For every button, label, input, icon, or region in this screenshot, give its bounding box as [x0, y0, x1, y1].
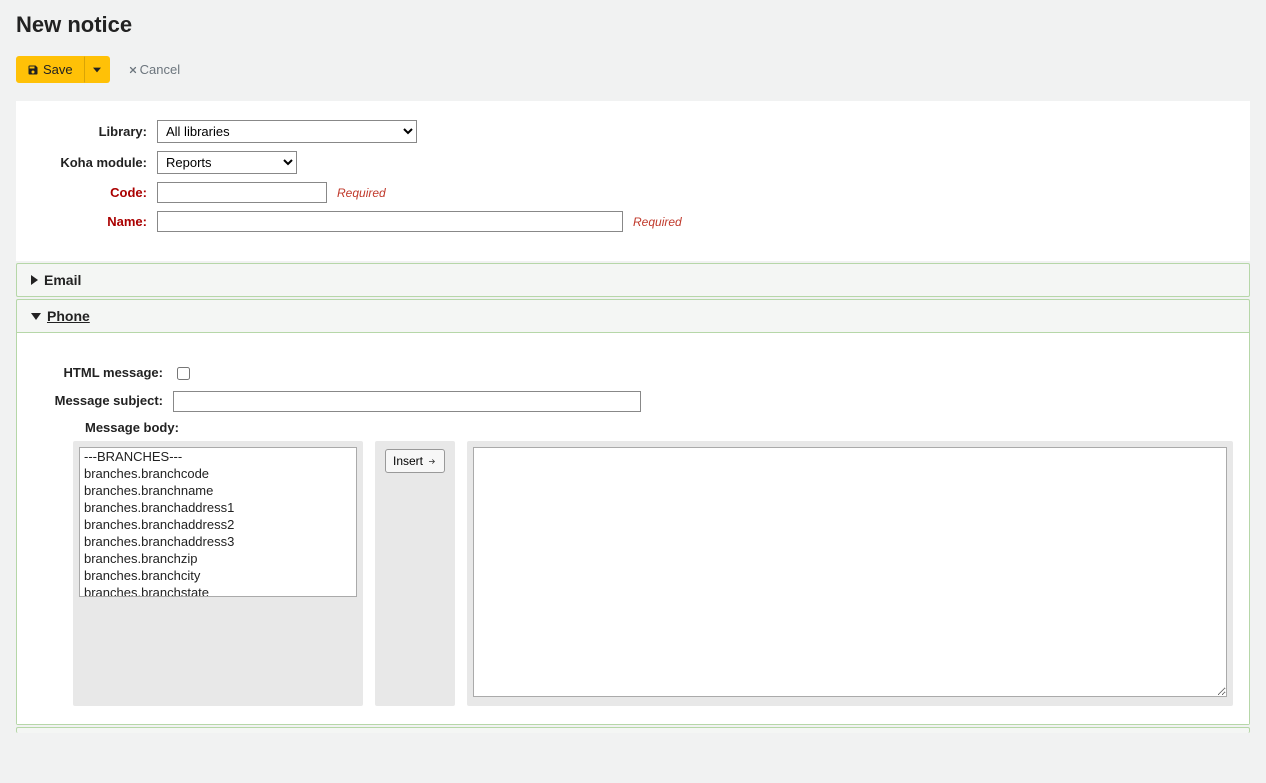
message-subject-label: Message subject: [33, 391, 173, 408]
phone-section-body: HTML message: Message subject: Message b… [17, 332, 1249, 724]
caret-down-icon [93, 66, 101, 74]
phone-section-title: Phone [47, 308, 90, 324]
name-label: Name: [33, 214, 157, 229]
list-item[interactable]: branches.branchcode [80, 465, 356, 482]
library-select[interactable]: All libraries [157, 120, 417, 143]
list-item[interactable]: branches.branchname [80, 482, 356, 499]
html-message-checkbox[interactable] [177, 367, 190, 380]
chevron-right-icon [31, 275, 38, 285]
email-section-title: Email [44, 272, 81, 288]
name-required-text: Required [633, 215, 682, 229]
insert-button[interactable]: Insert [385, 449, 445, 473]
list-item[interactable]: branches.branchzip [80, 550, 356, 567]
fields-list[interactable]: ---BRANCHES---branches.branchcodebranche… [79, 447, 357, 597]
code-input[interactable] [157, 182, 327, 203]
main-form-panel: Library: All libraries Koha module: Repo… [16, 101, 1250, 261]
cancel-button-label: Cancel [140, 62, 180, 77]
save-dropdown-button[interactable] [84, 56, 110, 83]
name-input[interactable] [157, 211, 623, 232]
list-item[interactable]: ---BRANCHES--- [80, 448, 356, 465]
message-subject-input[interactable] [173, 391, 641, 412]
message-body-textarea[interactable] [473, 447, 1227, 697]
list-item[interactable]: branches.branchcity [80, 567, 356, 584]
insert-button-label: Insert [393, 454, 423, 468]
email-section: Email [16, 263, 1250, 297]
message-body-label: Message body: [85, 420, 1233, 435]
phone-section-header[interactable]: Phone [17, 300, 1249, 332]
library-label: Library: [33, 124, 157, 139]
cancel-button[interactable]: Cancel [122, 61, 186, 78]
module-select[interactable]: Reports [157, 151, 297, 174]
body-column [467, 441, 1233, 706]
fields-column: ---BRANCHES---branches.branchcodebranche… [73, 441, 363, 706]
next-section-sliver [16, 727, 1250, 733]
arrow-right-icon [427, 457, 437, 466]
code-required-text: Required [337, 186, 386, 200]
code-label: Code: [33, 185, 157, 200]
insert-column: Insert [375, 441, 455, 706]
page-title: New notice [16, 12, 1250, 38]
chevron-down-icon [31, 313, 41, 320]
close-icon [128, 65, 138, 75]
list-item[interactable]: branches.branchstate [80, 584, 356, 597]
save-icon [27, 64, 39, 76]
email-section-header[interactable]: Email [17, 264, 1249, 296]
list-item[interactable]: branches.branchaddress3 [80, 533, 356, 550]
module-label: Koha module: [33, 155, 157, 170]
toolbar: Save Cancel [16, 56, 1250, 83]
list-item[interactable]: branches.branchaddress1 [80, 499, 356, 516]
save-button[interactable]: Save [16, 56, 84, 83]
phone-section: Phone HTML message: Message subject: Mes… [16, 299, 1250, 725]
list-item[interactable]: branches.branchaddress2 [80, 516, 356, 533]
html-message-label: HTML message: [33, 363, 173, 380]
save-button-label: Save [43, 62, 73, 77]
